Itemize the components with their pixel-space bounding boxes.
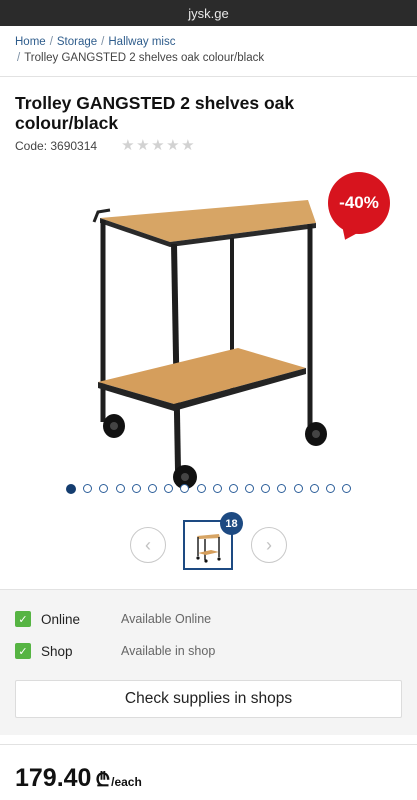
breadcrumb-separator: / [17, 52, 21, 64]
divider [0, 744, 417, 745]
image-count-badge: 18 [220, 512, 243, 535]
availability-label: Online [41, 611, 81, 627]
gallery-dot[interactable] [228, 484, 238, 493]
gallery-dot[interactable] [309, 484, 319, 493]
breadcrumb: Home / Storage / Hallway misc / Trolley GANGS… [15, 34, 405, 66]
chevron-right-icon: › [266, 534, 272, 555]
star-icon: ★ [136, 137, 150, 154]
divider [0, 589, 417, 590]
gallery-dot[interactable] [212, 484, 222, 493]
gallery-dot[interactable] [261, 484, 271, 493]
availability-label: Shop [41, 643, 73, 659]
gallery-dot[interactable] [342, 484, 352, 493]
gallery-next-button[interactable]: › [251, 527, 287, 563]
breadcrumb-storage[interactable]: Storage [57, 36, 97, 48]
browser-url-bar[interactable]: jysk.ge [0, 0, 417, 26]
price: 179.40 ₾ /each [15, 764, 142, 793]
star-icon: ★ [121, 137, 135, 154]
gallery-dot[interactable] [147, 484, 157, 493]
gallery-dot[interactable] [131, 484, 141, 493]
product-code: Code: 3690314 [15, 139, 98, 153]
price-unit: /each [111, 775, 142, 789]
gallery-dot[interactable] [99, 484, 109, 493]
availability-shop-row: ✓ Shop Available in shop [15, 643, 215, 659]
chevron-left-icon: ‹ [145, 534, 151, 555]
gallery-pagination [66, 484, 352, 494]
currency-symbol: ₾ [95, 770, 111, 791]
url-text: jysk.ge [188, 5, 229, 21]
star-icon: ★ [166, 137, 180, 154]
gallery-dot[interactable] [196, 484, 206, 493]
availability-status: Available Online [121, 612, 212, 626]
breadcrumb-home[interactable]: Home [15, 36, 46, 48]
breadcrumb-current: Trolley GANGSTED 2 shelves oak colour/bl… [24, 52, 265, 64]
image-count-text: 18 [225, 517, 238, 530]
gallery-dot[interactable] [277, 484, 287, 493]
breadcrumb-separator: / [49, 36, 53, 48]
product-meta: Code: 3690314 ★ ★ ★ ★ ★ [15, 137, 195, 154]
divider [0, 76, 417, 77]
breadcrumb-separator: / [101, 36, 105, 48]
star-icon: ★ [151, 137, 165, 154]
breadcrumb-current-line: / Trolley GANGSTED 2 shelves oak colour/b… [15, 50, 405, 66]
gallery-dot[interactable] [326, 484, 335, 493]
gallery-dot-active[interactable] [66, 484, 76, 494]
check-icon: ✓ [15, 643, 31, 659]
gallery-dot[interactable] [83, 484, 93, 493]
gallery-dot[interactable] [245, 484, 255, 493]
price-value: 179.40 [15, 764, 92, 792]
check-icon: ✓ [15, 611, 31, 627]
product-title: Trolley GANGSTED 2 shelves oak colour/bl… [15, 93, 295, 133]
gallery-dot[interactable] [293, 484, 303, 493]
discount-text: -40% [339, 193, 379, 212]
product-image[interactable] [70, 190, 340, 490]
availability-online-row: ✓ Online Available Online [15, 611, 211, 627]
check-supplies-button[interactable]: Check supplies in shops [15, 680, 402, 718]
gallery-dot[interactable] [164, 484, 174, 493]
gallery-dot[interactable] [115, 484, 125, 493]
gallery-dot[interactable] [180, 484, 190, 493]
discount-badge: -40% [328, 172, 390, 234]
top-shelf [100, 200, 316, 242]
gallery-prev-button[interactable]: ‹ [130, 527, 166, 563]
availability-status: Available in shop [121, 644, 216, 658]
star-icon: ★ [181, 137, 195, 154]
breadcrumb-hallway-misc[interactable]: Hallway misc [108, 36, 175, 48]
rating-stars[interactable]: ★ ★ ★ ★ ★ [121, 137, 195, 154]
